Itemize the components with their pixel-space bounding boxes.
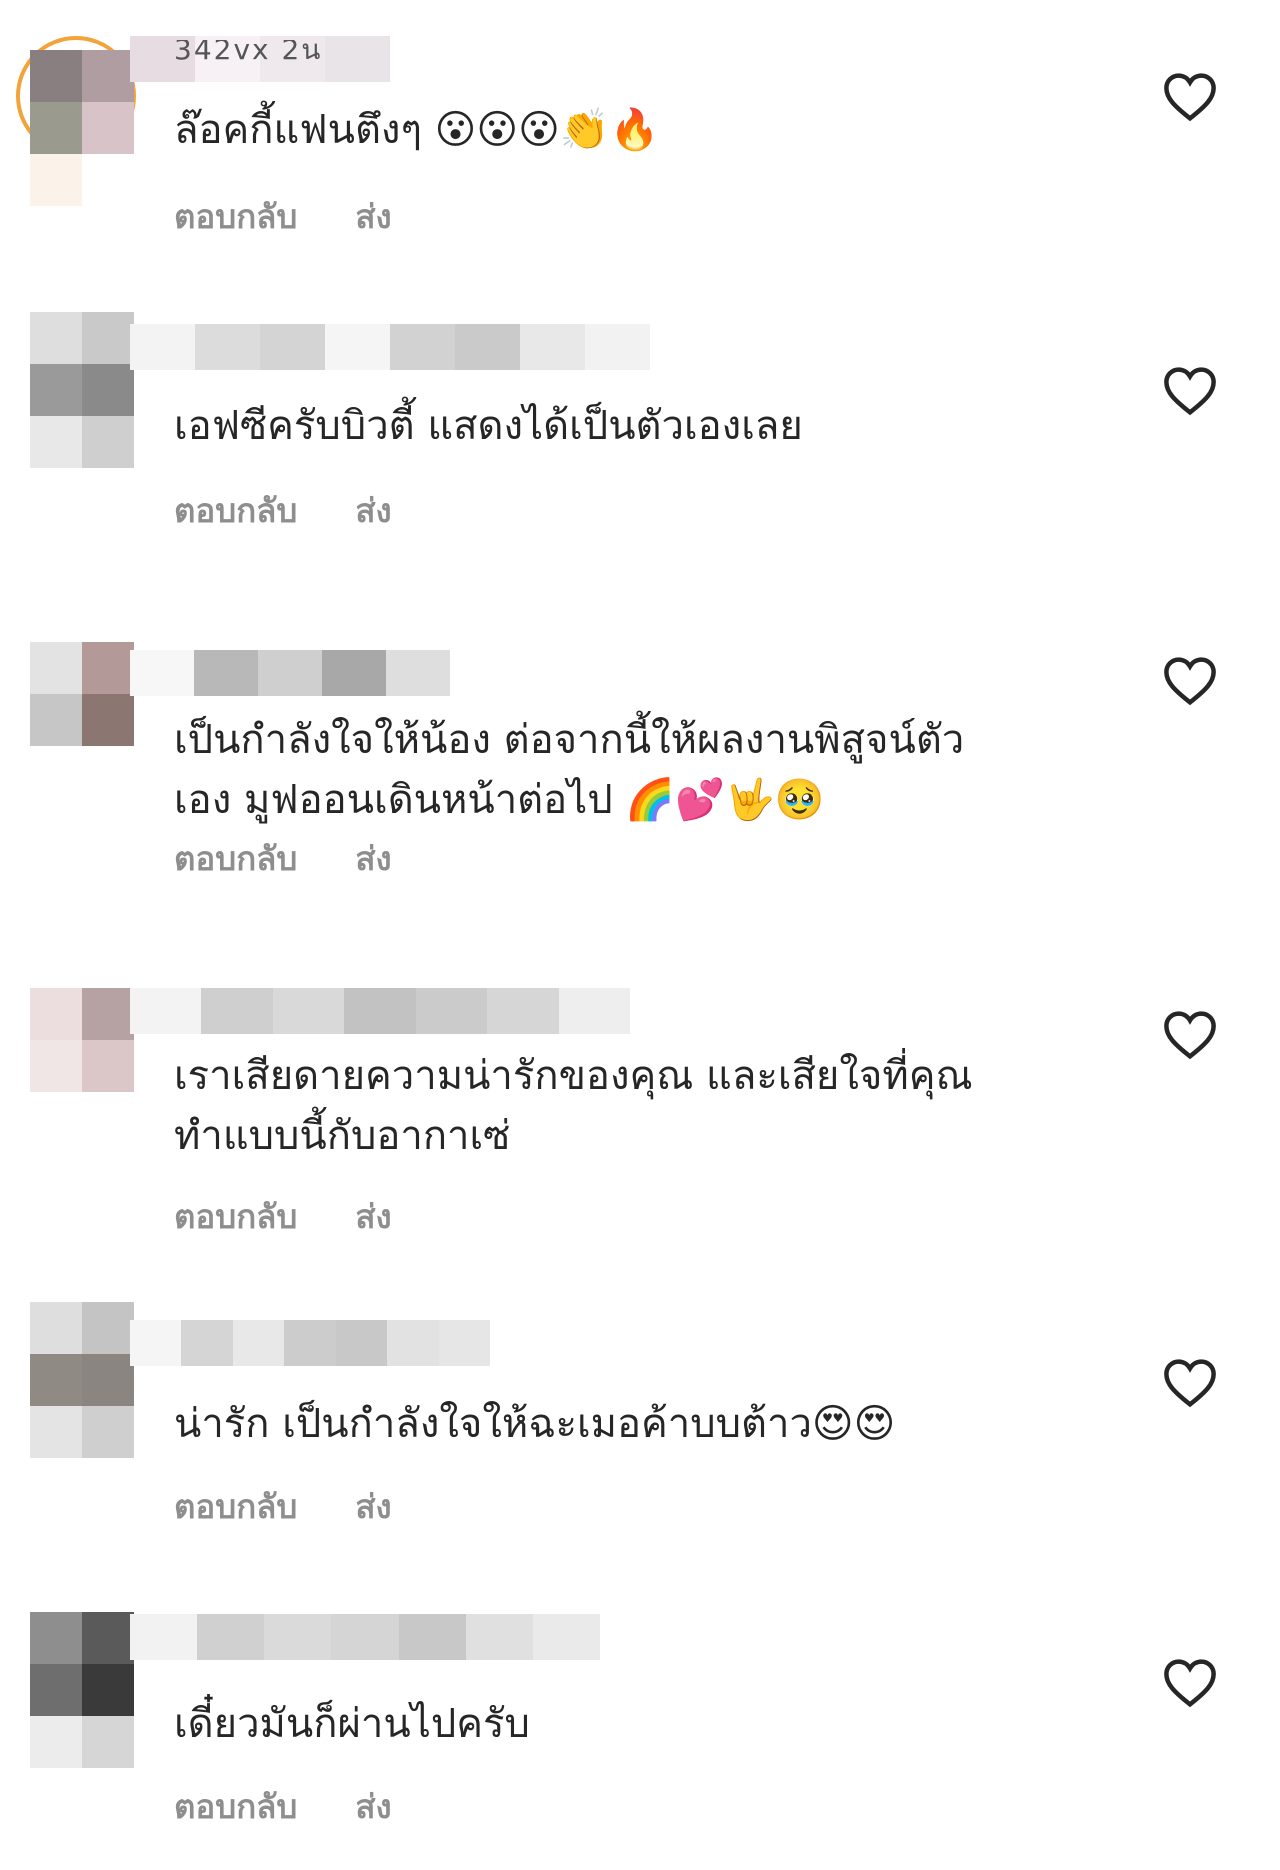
comment-text: เดี๋ยวมันก็ผ่านไปครับ bbox=[174, 1701, 530, 1747]
reply-button[interactable]: ตอบกลับ bbox=[174, 1480, 297, 1533]
comment-text: น่ารัก เป็นกำลังใจให้ฉะเมอค้าบบต้าว😍😍 bbox=[174, 1401, 896, 1447]
comment-text: เอฟซีครับบิวตี้ แสดงได้เป็นตัวเองเลย bbox=[174, 403, 803, 449]
comment-meta: 342vx 2น bbox=[174, 40, 323, 64]
heart-icon[interactable] bbox=[1163, 1658, 1217, 1708]
comment-text: เราเสียดายความน่ารักของคุณ และเสียใจที่ค… bbox=[174, 1053, 973, 1159]
comment-item: 342vx 2น ล๊อคกี้แฟนตึงๆ 😮😮😮👏🔥 ตอบกลับ ส่… bbox=[0, 0, 1280, 290]
heart-icon[interactable] bbox=[1163, 72, 1217, 122]
heart-icon[interactable] bbox=[1163, 1010, 1217, 1060]
username-blurred[interactable] bbox=[130, 1614, 600, 1660]
comment-text: เป็นกำลังใจให้น้อง ต่อจากนี้ให้ผลงานพิสู… bbox=[174, 717, 965, 823]
comment-text: ล๊อคกี้แฟนตึงๆ 😮😮😮👏🔥 bbox=[174, 107, 660, 153]
send-button[interactable]: ส่ง bbox=[355, 832, 391, 885]
reply-button[interactable]: ตอบกลับ bbox=[174, 484, 297, 537]
heart-icon[interactable] bbox=[1163, 1358, 1217, 1408]
comment-actions: ตอบกลับ ส่ง bbox=[174, 1190, 392, 1243]
avatar[interactable] bbox=[30, 642, 134, 798]
send-button[interactable]: ส่ง bbox=[355, 484, 391, 537]
avatar[interactable] bbox=[30, 50, 134, 206]
reply-button[interactable]: ตอบกลับ bbox=[174, 832, 297, 885]
avatar[interactable] bbox=[30, 1302, 134, 1458]
comment-actions: ตอบกลับ ส่ง bbox=[174, 1480, 392, 1533]
comment-actions: ตอบกลับ ส่ง bbox=[174, 190, 392, 243]
comment-actions: ตอบกลับ ส่ง bbox=[174, 1780, 392, 1833]
comment-item: น่ารัก เป็นกำลังใจให้ฉะเมอค้าบบต้าว😍😍 ตอ… bbox=[0, 1290, 1280, 1590]
avatar[interactable] bbox=[30, 1612, 134, 1768]
comment-item: เดี๋ยวมันก็ผ่านไปครับ ตอบกลับ ส่ง bbox=[0, 1590, 1280, 1870]
reply-button[interactable]: ตอบกลับ bbox=[174, 1190, 297, 1243]
send-button[interactable]: ส่ง bbox=[355, 190, 391, 243]
heart-icon[interactable] bbox=[1163, 366, 1217, 416]
username-blurred[interactable] bbox=[130, 1320, 490, 1366]
username-blurred[interactable] bbox=[130, 324, 650, 370]
avatar[interactable] bbox=[30, 988, 134, 1144]
comment-item: เราเสียดายความน่ารักของคุณ และเสียใจที่ค… bbox=[0, 950, 1280, 1290]
send-button[interactable]: ส่ง bbox=[355, 1780, 391, 1833]
username-blurred[interactable] bbox=[130, 988, 630, 1034]
avatar[interactable] bbox=[30, 312, 134, 468]
heart-icon[interactable] bbox=[1163, 656, 1217, 706]
reply-button[interactable]: ตอบกลับ bbox=[174, 1780, 297, 1833]
send-button[interactable]: ส่ง bbox=[355, 1190, 391, 1243]
comment-actions: ตอบกลับ ส่ง bbox=[174, 484, 392, 537]
reply-button[interactable]: ตอบกลับ bbox=[174, 190, 297, 243]
comment-item: เป็นกำลังใจให้น้อง ต่อจากนี้ให้ผลงานพิสู… bbox=[0, 590, 1280, 950]
username-blurred[interactable] bbox=[130, 650, 450, 696]
send-button[interactable]: ส่ง bbox=[355, 1480, 391, 1533]
comment-actions: ตอบกลับ ส่ง bbox=[174, 832, 392, 885]
comment-item: เอฟซีครับบิวตี้ แสดงได้เป็นตัวเองเลย ตอบ… bbox=[0, 300, 1280, 590]
